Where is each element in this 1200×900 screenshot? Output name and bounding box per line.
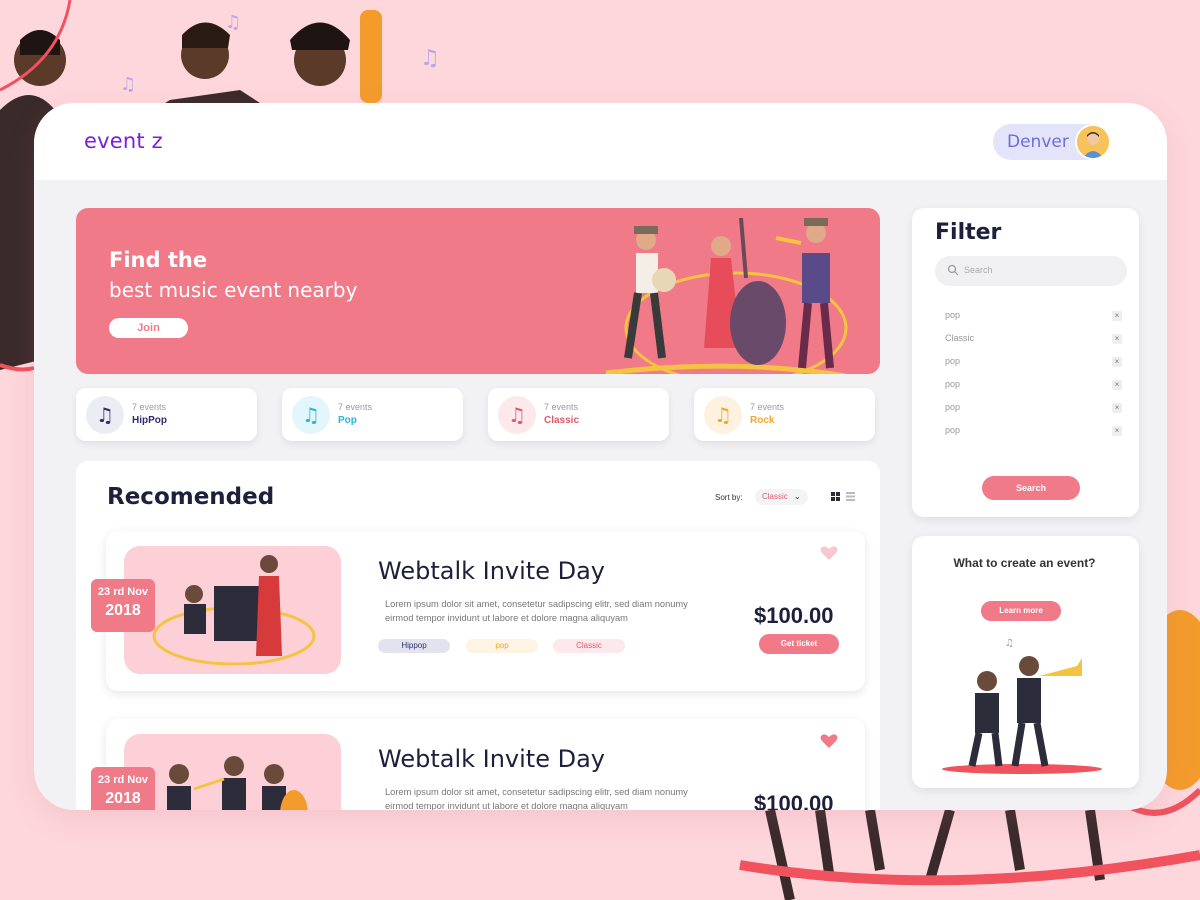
filter-item: pop	[945, 356, 961, 366]
chevron-down-icon: ⌄	[794, 492, 801, 501]
music-note-icon: ♫	[498, 396, 536, 434]
event-description: Lorem ipsum dolor sit amet, consetetur s…	[385, 787, 688, 810]
category-name: Classic	[544, 415, 580, 426]
event-image	[124, 734, 341, 810]
event-date-badge: 23 rd Nov 2018	[91, 767, 155, 810]
event-card[interactable]: 23 rd Nov 2018 Webtalk Invite Day Lorem …	[91, 531, 865, 691]
svg-text:♫: ♫	[1005, 638, 1014, 649]
user-name: Denver	[1007, 132, 1069, 152]
filter-search-input[interactable]: Search	[935, 256, 1127, 286]
recommended-title: Recomended	[107, 484, 275, 510]
event-date-year: 2018	[105, 602, 141, 619]
close-icon[interactable]: ×	[1112, 426, 1122, 436]
band-illustration	[605, 217, 848, 374]
category-count: 7 events	[544, 402, 579, 412]
filter-item: Classic	[945, 333, 975, 343]
category-count: 7 events	[338, 402, 373, 412]
hero-banner: Find the best music event nearby Join	[76, 208, 880, 374]
trio-illustration	[167, 756, 308, 810]
svg-text:♫: ♫	[120, 74, 136, 95]
filter-panel: Filter Search pop × Classic × pop × pop …	[912, 208, 1139, 517]
piano-illustration	[152, 555, 316, 666]
event-title[interactable]: Webtalk Invite Day	[378, 745, 605, 773]
search-icon	[947, 264, 959, 276]
event-image	[124, 546, 341, 674]
sort-value: Classic	[762, 492, 788, 501]
svg-text:♫: ♫	[225, 12, 241, 33]
category-name: HipPop	[132, 415, 167, 426]
event-title[interactable]: Webtalk Invite Day	[378, 557, 605, 585]
list-view-icon[interactable]	[846, 492, 855, 501]
event-date-day: 23 rd Nov	[97, 586, 149, 598]
create-event-card: What to create an event? Learn more ♫	[912, 536, 1139, 788]
filter-item: pop	[945, 402, 961, 412]
event-date-day: 23 rd Nov	[97, 774, 149, 786]
close-icon[interactable]: ×	[1112, 334, 1122, 344]
search-placeholder: Search	[964, 265, 993, 275]
filter-item: pop	[945, 310, 961, 320]
filter-item: pop	[945, 425, 961, 435]
category-count: 7 events	[132, 402, 167, 412]
event-price: $100.00	[754, 603, 834, 628]
hero-title: Find the	[109, 248, 208, 272]
user-avatar-icon	[1077, 126, 1109, 158]
music-note-icon: ♫	[86, 396, 124, 434]
avatar[interactable]	[1075, 124, 1111, 160]
heart-icon[interactable]	[820, 545, 838, 561]
category-count: 7 events	[750, 402, 785, 412]
grid-view-icon[interactable]	[831, 492, 840, 501]
category-name: Rock	[750, 415, 775, 426]
category-name: Pop	[338, 415, 357, 426]
hero-subtitle: best music event nearby	[109, 278, 358, 302]
sort-select[interactable]: Classic ⌄	[755, 489, 808, 505]
top-bar: event z Denver	[34, 103, 1167, 180]
app-window: event z Denver Find the best music event…	[34, 103, 1167, 810]
close-icon[interactable]: ×	[1112, 380, 1122, 390]
filter-title: Filter	[935, 220, 1002, 245]
event-date-year: 2018	[105, 790, 141, 807]
heart-icon[interactable]	[820, 733, 838, 749]
event-date-badge: 23 rd Nov 2018	[91, 579, 155, 632]
event-price: $100.00	[754, 791, 834, 810]
learn-more-button[interactable]: Learn more	[981, 601, 1061, 621]
category-card-hippop[interactable]: ♫ 7 events HipPop	[76, 388, 257, 441]
category-card-classic[interactable]: ♫ 7 events Classic	[488, 388, 669, 441]
event-card[interactable]: 23 rd Nov 2018 Webtalk Invite Day Lorem …	[91, 719, 865, 810]
logo[interactable]: event z	[84, 129, 163, 153]
tag-classic[interactable]: Classic	[553, 639, 625, 653]
category-card-pop[interactable]: ♫ 7 events Pop	[282, 388, 463, 441]
tag-pop[interactable]: pop	[466, 639, 538, 653]
sort-label: Sort by:	[715, 493, 743, 502]
music-note-icon: ♫	[292, 396, 330, 434]
category-card-rock[interactable]: ♫ 7 events Rock	[694, 388, 875, 441]
close-icon[interactable]: ×	[1112, 403, 1122, 413]
event-description: Lorem ipsum dolor sit amet, consetetur s…	[385, 599, 688, 623]
filter-item: pop	[945, 379, 961, 389]
recommended-panel: Recomended Sort by: Classic ⌄ 23 rd Nov …	[76, 461, 880, 810]
create-question: What to create an event?	[953, 556, 1096, 570]
close-icon[interactable]: ×	[1112, 311, 1122, 321]
get-ticket-button[interactable]: Get ticket	[759, 634, 839, 654]
tag-hippop[interactable]: Hippop	[378, 639, 450, 653]
musicians-illustration: ♫	[942, 638, 1102, 774]
filter-search-button[interactable]: Search	[982, 476, 1080, 500]
join-button[interactable]: Join	[109, 318, 188, 338]
user-menu[interactable]: Denver	[993, 124, 1111, 160]
close-icon[interactable]: ×	[1112, 357, 1122, 367]
music-note-icon: ♫	[704, 396, 742, 434]
svg-text:♫: ♫	[420, 46, 440, 71]
